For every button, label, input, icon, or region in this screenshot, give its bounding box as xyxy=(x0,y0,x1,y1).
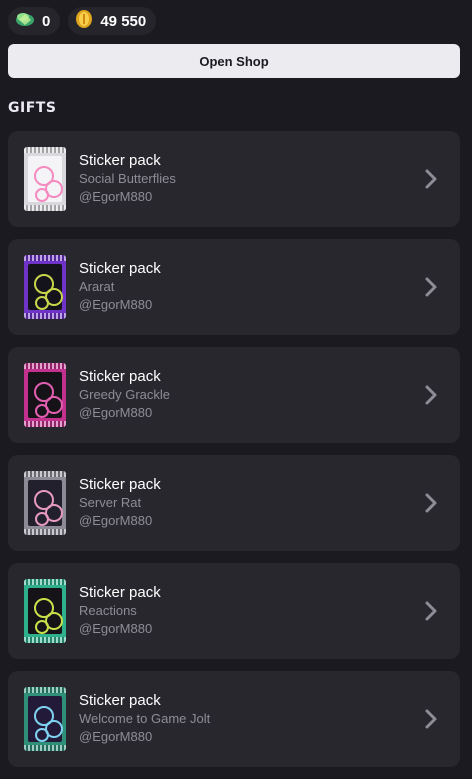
chevron-right-icon xyxy=(424,168,438,190)
currency-bar: 0 49 550 xyxy=(8,7,157,35)
sticker-pack-image xyxy=(24,471,66,535)
section-title-gifts: GIFTS xyxy=(8,100,57,116)
sticker-pack-image xyxy=(24,579,66,643)
gift-owner: @EgorM880 xyxy=(79,729,153,744)
gift-type: Sticker pack xyxy=(79,584,161,601)
gift-card[interactable]: Sticker pack Welcome to Game Jolt @EgorM… xyxy=(8,671,460,767)
gift-name: Reactions xyxy=(79,603,137,618)
gift-name: Server Rat xyxy=(79,495,142,510)
gift-card[interactable]: Sticker pack Server Rat @EgorM880 xyxy=(8,455,460,551)
chevron-right-icon xyxy=(424,276,438,298)
coins-balance[interactable]: 49 550 xyxy=(68,7,157,35)
sticker-pack-image xyxy=(24,363,66,427)
gift-owner: @EgorM880 xyxy=(79,621,153,636)
gift-type: Sticker pack xyxy=(79,368,161,385)
gift-card[interactable]: Sticker pack Ararat @EgorM880 xyxy=(8,239,460,335)
coin-icon xyxy=(74,9,94,33)
gift-type: Sticker pack xyxy=(79,152,161,169)
gift-type: Sticker pack xyxy=(79,692,161,709)
gift-type: Sticker pack xyxy=(79,476,161,493)
chevron-right-icon xyxy=(424,384,438,406)
gift-owner: @EgorM880 xyxy=(79,405,153,420)
gems-count: 0 xyxy=(42,12,51,30)
sticker-pack-image xyxy=(24,687,66,751)
gems-balance[interactable]: 0 xyxy=(8,7,61,35)
gift-card[interactable]: Sticker pack Reactions @EgorM880 xyxy=(8,563,460,659)
gift-list: Sticker pack Social Butterflies @EgorM88… xyxy=(8,131,460,779)
gift-name: Social Butterflies xyxy=(79,171,176,186)
gift-owner: @EgorM880 xyxy=(79,297,153,312)
gift-card[interactable]: Sticker pack Social Butterflies @EgorM88… xyxy=(8,131,460,227)
chevron-right-icon xyxy=(424,708,438,730)
gift-owner: @EgorM880 xyxy=(79,189,153,204)
gift-name: Ararat xyxy=(79,279,115,294)
gem-icon xyxy=(14,10,36,32)
gift-owner: @EgorM880 xyxy=(79,513,153,528)
gift-card[interactable]: Sticker pack Greedy Grackle @EgorM880 xyxy=(8,347,460,443)
gift-type: Sticker pack xyxy=(79,260,161,277)
sticker-pack-image xyxy=(24,255,66,319)
coins-count: 49 550 xyxy=(100,12,147,30)
chevron-right-icon xyxy=(424,492,438,514)
gift-name: Greedy Grackle xyxy=(79,387,171,402)
open-shop-button[interactable]: Open Shop xyxy=(8,44,460,78)
sticker-pack-image xyxy=(24,147,66,211)
chevron-right-icon xyxy=(424,600,438,622)
gift-name: Welcome to Game Jolt xyxy=(79,711,211,726)
